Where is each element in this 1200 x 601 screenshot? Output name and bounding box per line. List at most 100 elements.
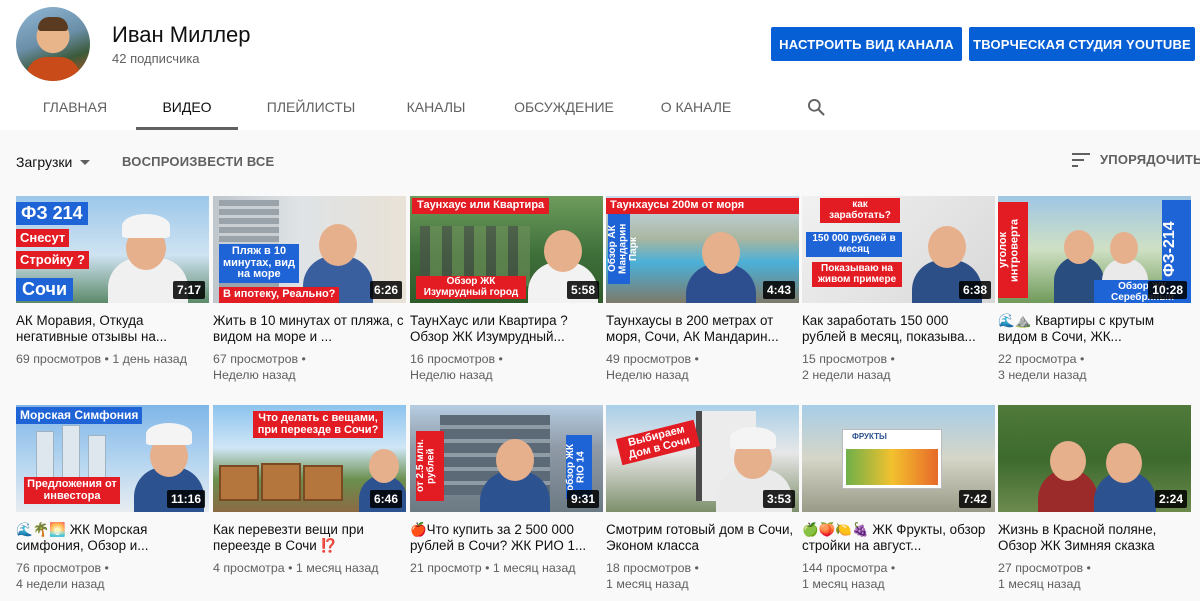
video-thumbnail[interactable]: Таунхаус или Квартира Обзор ЖК Изумрудны… [410,196,603,303]
video-card[interactable]: от 2.5 млн. рублей обзор ЖК RIO 14 9:31 … [410,405,603,576]
video-thumbnail[interactable]: уголок интроверта ФЗ-214 Обзор ЖК Серебр… [998,196,1191,303]
video-title[interactable]: Жизнь в Красной поляне, Обзор ЖК Зимняя … [998,522,1191,554]
sort-button[interactable]: УПОРЯДОЧИТЬ [1072,152,1200,167]
thumb-text: Сочи [16,278,74,301]
uploads-dropdown[interactable]: Загрузки [16,154,91,170]
video-duration: 4:43 [762,281,795,299]
video-card[interactable]: Таунхаус или Квартира Обзор ЖК Изумрудны… [410,196,603,383]
video-card[interactable]: ФЗ 214 Снесут Стройку ? Сочи 7:17 АК Мор… [16,196,209,367]
channel-name: Иван Миллер [112,22,251,47]
thumb-text: Пляж в 10 минутах, вид на море [219,244,299,283]
video-thumbnail[interactable]: ФРУКТЫ 7:42 [802,405,995,512]
video-title[interactable]: 🌊🌴🌅 ЖК Морская симфония, Обзор и... [16,522,209,554]
tab-playlists[interactable]: ПЛЕЙЛИСТЫ [238,84,384,130]
video-card[interactable]: как заработать? 150 000 рублей в месяц П… [802,196,995,383]
tab-discussion[interactable]: ОБСУЖДЕНИЕ [488,84,640,130]
video-thumbnail[interactable]: Выбираем Дом в Сочи 3:53 [606,405,799,512]
video-duration: 7:42 [958,490,991,508]
thumb-text: Обзор АК Мандарин Парк [607,214,639,284]
video-title[interactable]: АК Моравия, Откуда негативные отзывы на.… [16,313,209,345]
video-meta: 67 просмотров • Неделю назад [213,352,306,382]
channel-avatar[interactable] [16,7,90,81]
videos-toolbar: Загрузки ВОСПРОИЗВЕСТИ ВСЕ УПОРЯДОЧИТЬ [0,130,1200,194]
video-thumbnail[interactable]: ФЗ 214 Снесут Стройку ? Сочи 7:17 [16,196,209,303]
video-thumbnail[interactable]: Пляж в 10 минутах, вид на море В ипотеку… [213,196,406,303]
video-meta: 16 просмотров • Неделю назад [410,352,503,382]
video-duration: 6:38 [958,281,991,299]
sort-icon [1072,152,1090,167]
video-title[interactable]: 🍏🍑🍋🍇 ЖК Фрукты, обзор стройки на август.… [802,522,995,554]
video-title[interactable]: Смотрим готовый дом в Сочи, Эконом класс… [606,522,799,554]
video-duration: 5:58 [566,281,599,299]
thumb-text: Таунхаусы 200м от моря [606,198,799,214]
video-duration: 3:53 [762,490,795,508]
video-meta: 4 просмотра • 1 месяц назад [213,561,379,575]
video-meta: 15 просмотров • 2 недели назад [802,352,895,382]
thumb-text: ФЗ 214 [16,202,88,225]
video-card[interactable]: Пляж в 10 минутах, вид на море В ипотеку… [213,196,406,383]
video-meta: 76 просмотров • 4 недели назад [16,561,109,591]
tab-about[interactable]: О КАНАЛЕ [640,84,752,130]
video-duration: 2:24 [1154,490,1187,508]
video-card[interactable]: Морская Симфония Предложения от инвестор… [16,405,209,592]
video-thumbnail[interactable]: Морская Симфония Предложения от инвестор… [16,405,209,512]
thumb-text: Обзор ЖК Изумрудный город [416,276,526,299]
video-duration: 6:26 [369,281,402,299]
video-meta: 27 просмотров • 1 месяц назад [998,561,1091,591]
video-thumbnail[interactable]: Что делать с вещами, при переезде в Сочи… [213,405,406,512]
sort-label: УПОРЯДОЧИТЬ [1100,152,1200,167]
thumb-text: Таунхаус или Квартира [412,198,550,214]
video-duration: 10:28 [1148,281,1187,299]
video-thumbnail[interactable]: Таунхаусы 200м от моря Обзор АК Мандарин… [606,196,799,303]
thumb-text: уголок интроверта [998,202,1028,298]
video-card[interactable]: ФРУКТЫ 7:42 🍏🍑🍋🍇 ЖК Фрукты, обзор стройк… [802,405,995,592]
video-thumbnail[interactable]: как заработать? 150 000 рублей в месяц П… [802,196,995,303]
thumb-text: от 2.5 млн. рублей [415,431,444,501]
thumb-text: 150 000 рублей в месяц [806,232,902,257]
thumb-text: Снесут [16,229,70,247]
play-all-button[interactable]: ВОСПРОИЗВЕСТИ ВСЕ [122,154,274,169]
video-meta: 144 просмотра • 1 месяц назад [802,561,896,591]
caret-down-icon [80,159,91,165]
video-title[interactable]: 🍎Что купить за 2 500 000 рублей в Сочи? … [410,522,603,554]
thumb-text: Показываю на живом примере [812,262,902,287]
video-card[interactable]: 2:24 Жизнь в Красной поляне, Обзор ЖК Зи… [998,405,1191,592]
video-meta: 22 просмотра • 3 недели назад [998,352,1087,382]
video-meta: 18 просмотров • 1 месяц назад [606,561,699,591]
video-duration: 6:46 [369,490,402,508]
customize-channel-button[interactable]: НАСТРОИТЬ ВИД КАНАЛА [771,27,962,61]
channel-header: Иван Миллер 42 подписчика НАСТРОИТЬ ВИД … [0,0,1200,130]
video-thumbnail[interactable]: от 2.5 млн. рублей обзор ЖК RIO 14 9:31 [410,405,603,512]
video-meta: 49 просмотров • Неделю назад [606,352,699,382]
thumb-text: Морская Симфония [16,407,143,424]
video-card[interactable]: Таунхаусы 200м от моря Обзор АК Мандарин… [606,196,799,383]
thumb-text: ФРУКТЫ [852,432,887,441]
subscriber-count: 42 подписчика [112,51,200,66]
youtube-studio-button[interactable]: ТВОРЧЕСКАЯ СТУДИЯ YOUTUBE [969,27,1195,61]
video-title[interactable]: ТаунХаус или Квартира ? Обзор ЖК Изумруд… [410,313,603,345]
thumb-text: Выбираем Дом в Сочи [615,419,701,466]
video-title[interactable]: Как перевезти вещи при переезде в Сочи ⁉… [213,522,406,554]
tab-home[interactable]: ГЛАВНАЯ [16,84,134,130]
thumb-text: Что делать с вещами, при переезде в Сочи… [253,411,383,439]
video-card[interactable]: уголок интроверта ФЗ-214 Обзор ЖК Серебр… [998,196,1191,383]
thumb-text: В ипотеку, Реально? [219,287,340,303]
channel-tabs: ГЛАВНАЯ ВИДЕО ПЛЕЙЛИСТЫ КАНАЛЫ ОБСУЖДЕНИ… [16,84,752,130]
video-title[interactable]: Жить в 10 минутах от пляжа, с видом на м… [213,313,406,345]
video-thumbnail[interactable]: 2:24 [998,405,1191,512]
tab-channels[interactable]: КАНАЛЫ [384,84,488,130]
video-title[interactable]: 🌊⛰️ Квартиры с крутым видом в Сочи, ЖК..… [998,313,1191,345]
video-meta: 21 просмотр • 1 месяц назад [410,561,576,575]
video-title[interactable]: Таунхаусы в 200 метрах от моря, Сочи, АК… [606,313,799,345]
video-duration: 7:17 [172,281,205,299]
video-duration: 9:31 [566,490,599,508]
video-meta: 69 просмотров • 1 день назад [16,352,187,366]
video-duration: 11:16 [166,490,205,508]
search-icon[interactable] [806,97,826,117]
video-title[interactable]: Как заработать 150 000 рублей в месяц, п… [802,313,995,345]
uploads-label: Загрузки [16,154,73,170]
tab-videos[interactable]: ВИДЕО [136,84,238,130]
video-card[interactable]: Выбираем Дом в Сочи 3:53 Смотрим готовый… [606,405,799,592]
thumb-text: как заработать? [820,198,900,223]
video-card[interactable]: Что делать с вещами, при переезде в Сочи… [213,405,406,576]
